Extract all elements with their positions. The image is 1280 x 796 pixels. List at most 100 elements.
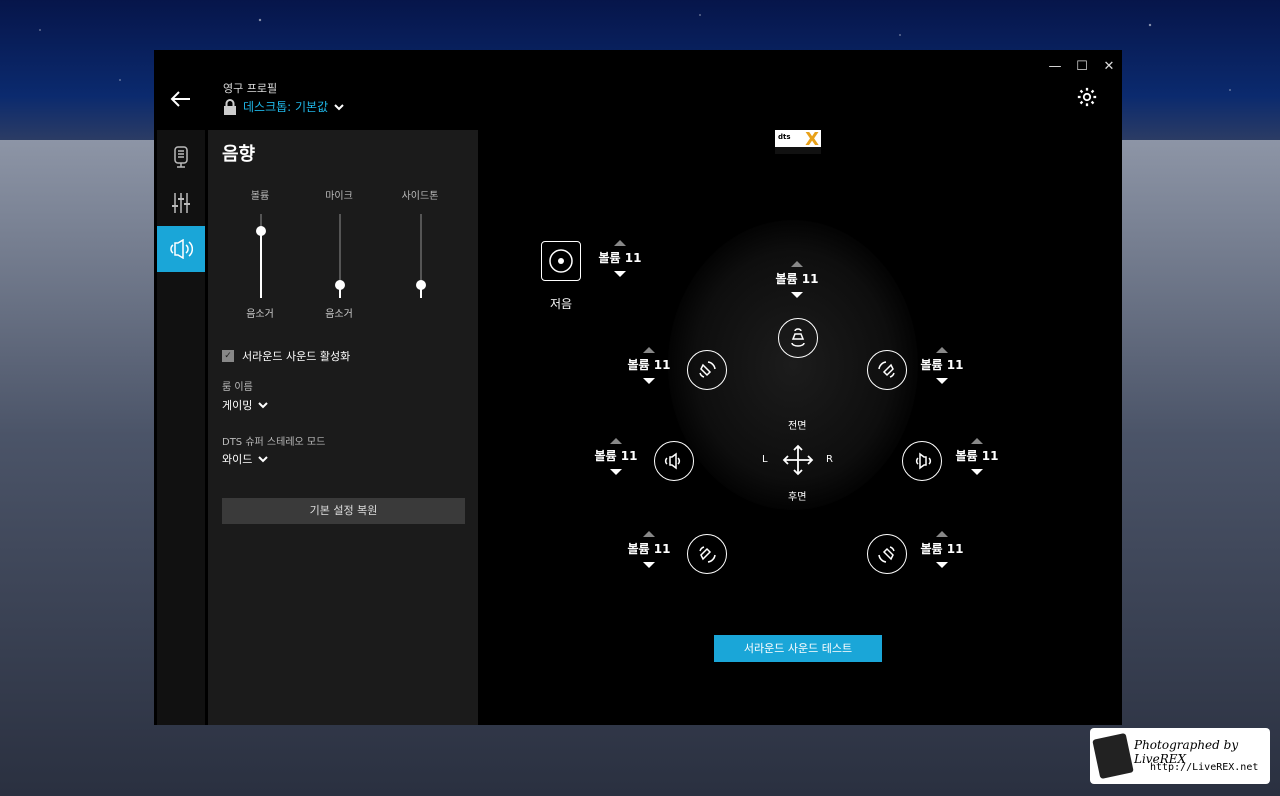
front-left-speaker-button[interactable] [687,350,727,390]
volume-mute-caption: 음소거 [246,309,274,320]
chevron-down-icon [258,456,269,463]
microphone-icon [174,146,188,168]
sidebar-item-mic[interactable] [157,134,205,180]
front-right-speaker-icon [878,361,895,378]
surround-test-button[interactable]: 서라운드 사운드 테스트 [714,635,882,662]
side-right-volume-value: 볼륨 11 [955,449,999,463]
rear-left-speaker-button[interactable] [687,534,727,574]
app-window: — ☐ ✕ 영구 프로필 데스크톱: 기본값 음향 볼륨 음소거 마이크 음소거 [154,50,1122,725]
front-right-volume: 볼륨 11 [917,347,967,384]
right-direction-label: R [826,454,833,465]
profile-selector[interactable]: 데스크톱: 기본값 [223,98,344,115]
bass-speaker-button[interactable] [541,241,581,281]
move-arrows-icon[interactable] [782,444,814,476]
room-name-dropdown[interactable]: 게이밍 [222,397,269,413]
surround-main-area: dts X 저음 볼륨 11 볼륨 11 볼륨 11 볼륨 11 전면 L R … [478,130,1122,725]
panel-title: 음향 [222,144,256,165]
side-left-volume: 볼륨 11 [591,438,641,475]
gear-icon[interactable] [1076,86,1098,108]
close-button[interactable]: ✕ [1098,56,1120,78]
bass-volume: 볼륨 11 [595,240,645,277]
side-right-volume: 볼륨 11 [952,438,1002,475]
dts-headphone-x-logo: dts X [775,130,821,154]
center-volume: 볼륨 11 [772,261,822,298]
sidebar-item-acoustics[interactable] [157,226,205,272]
sidebar-nav [157,130,205,725]
front-right-volume-value: 볼륨 11 [920,358,964,372]
book-logo-icon [1092,732,1134,780]
rear-right-volume: 볼륨 11 [917,531,967,568]
sidebar-item-equalizer[interactable] [157,180,205,226]
rear-left-volume-value: 볼륨 11 [627,542,671,556]
side-left-volume-value: 볼륨 11 [594,449,638,463]
bass-label: 저음 [549,297,573,311]
bass-volume-value: 볼륨 11 [598,251,642,265]
back-arrow-icon[interactable] [170,88,192,116]
photographer-watermark: Photographed by LiveREX http://LiveREX.n… [1090,728,1270,784]
lock-icon [224,98,236,115]
volume-up-arrow[interactable] [614,240,626,246]
volume-slider-label: 볼륨 [250,191,270,202]
rear-right-volume-value: 볼륨 11 [920,542,964,556]
left-direction-label: L [762,454,768,465]
volume-up-arrow[interactable] [610,438,622,444]
rear-right-speaker-icon [878,546,895,563]
volume-down-arrow[interactable] [614,271,626,277]
rear-left-volume: 볼륨 11 [624,531,674,568]
chevron-down-icon [258,402,269,409]
side-left-speaker-button[interactable] [654,441,694,481]
dts-mode-label: DTS 슈퍼 스테레오 모드 [222,437,326,448]
front-left-volume-value: 볼륨 11 [627,358,671,372]
rear-left-speaker-icon [699,546,716,563]
front-right-speaker-button[interactable] [867,350,907,390]
subwoofer-icon [549,249,573,273]
volume-up-arrow[interactable] [791,261,803,267]
dts-mode-dropdown[interactable]: 와이드 [222,451,269,467]
chevron-down-icon [334,103,344,110]
front-left-volume: 볼륨 11 [624,347,674,384]
side-right-speaker-button[interactable] [902,441,942,481]
volume-up-arrow[interactable] [643,531,655,537]
volume-down-arrow[interactable] [791,292,803,298]
surround-toggle[interactable]: ✓ 서라운드 사운드 활성화 [222,348,350,364]
mic-slider-knob[interactable] [335,280,345,291]
volume-up-arrow[interactable] [936,347,948,353]
sidetone-slider[interactable] [416,214,426,298]
rear-direction-label: 후면 [788,492,807,503]
volume-up-arrow[interactable] [643,347,655,353]
front-direction-label: 전면 [788,421,807,432]
surround-checkbox-label: 서라운드 사운드 활성화 [242,350,351,363]
rear-right-speaker-button[interactable] [867,534,907,574]
volume-down-arrow[interactable] [936,378,948,384]
volume-up-arrow[interactable] [971,438,983,444]
surround-checkbox[interactable]: ✓ [222,350,234,362]
mic-slider[interactable] [335,214,345,298]
equalizer-icon [172,193,190,213]
side-right-speaker-icon [915,452,932,470]
mic-slider-label: 마이크 [325,191,353,202]
dts-mode-value: 와이드 [222,453,253,466]
sidetone-slider-knob[interactable] [416,280,426,291]
volume-down-arrow[interactable] [643,562,655,568]
room-name-value: 게이밍 [222,399,253,412]
side-left-speaker-icon [664,452,681,470]
profile-name: 데스크톱: 기본값 [243,100,329,114]
sidetone-slider-label: 사이드톤 [401,191,439,202]
watermark-line2: http://LiveREX.net [1150,762,1259,773]
volume-slider-knob[interactable] [256,225,266,236]
volume-down-arrow[interactable] [643,378,655,384]
maximize-button[interactable]: ☐ [1071,56,1093,78]
mic-mute-caption: 음소거 [325,309,353,320]
minimize-button[interactable]: — [1044,56,1066,78]
volume-down-arrow[interactable] [610,469,622,475]
volume-up-arrow[interactable] [936,531,948,537]
volume-down-arrow[interactable] [971,469,983,475]
room-name-label: 룸 이름 [222,382,253,393]
restore-defaults-button[interactable]: 기본 설정 복원 [222,498,465,524]
volume-slider[interactable] [256,214,266,298]
center-speaker-button[interactable] [778,318,818,358]
speaker-icon [170,239,193,259]
front-left-speaker-icon [699,361,716,378]
volume-down-arrow[interactable] [936,562,948,568]
profile-label: 영구 프로필 [223,82,278,95]
